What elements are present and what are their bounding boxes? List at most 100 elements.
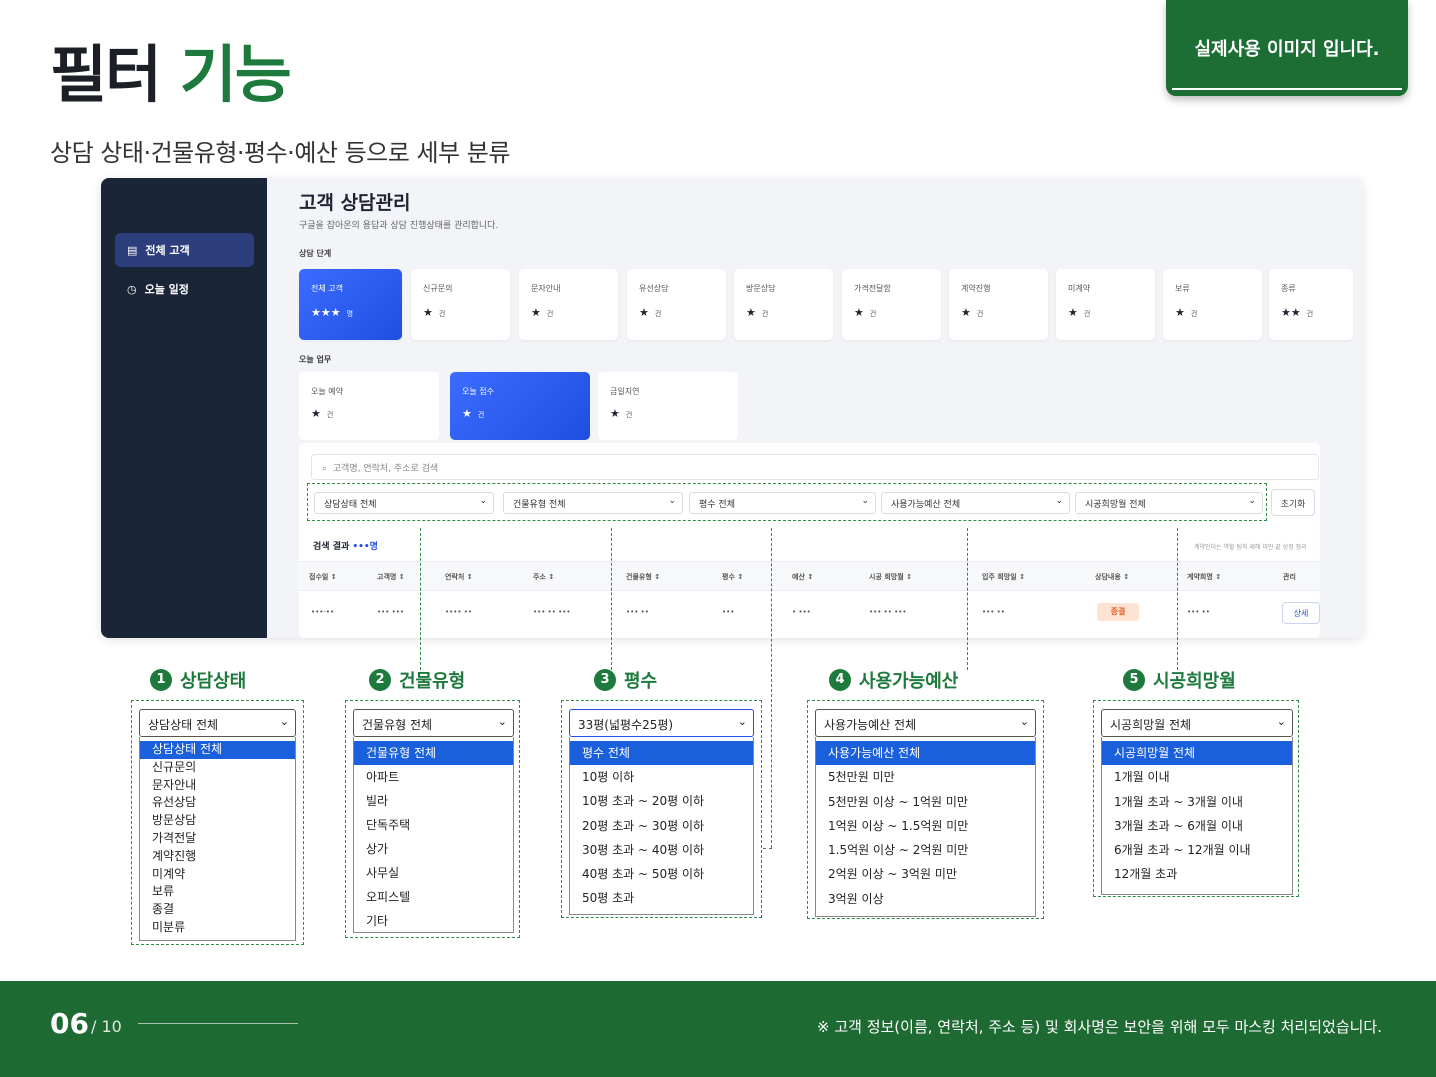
dropdown-value: 상담상태 전체 — [148, 718, 219, 732]
dropdown-option[interactable]: 10평 초과 ~ 20평 이하 — [570, 789, 753, 813]
dropdown-option[interactable]: 기타 — [354, 909, 513, 933]
sidebar-item-today-schedule[interactable]: ◷ 오늘 일정 — [115, 272, 254, 306]
dropdown-example: 33평(넓평수25평) ⌄ 평수 전체 10평 이하 10평 초과 ~ 20평 이하 20… — [561, 700, 762, 918]
today-card[interactable]: 오늘 예약 ★ 건 — [299, 372, 439, 440]
dropdown-option[interactable]: 문자안내 — [140, 777, 295, 795]
connector-line — [967, 528, 968, 670]
dropdown-select[interactable]: 사용가능예산 전체 ⌄ — [815, 709, 1036, 737]
dropdown-option[interactable]: 1.5억원 이상 ~ 2억원 미만 — [816, 838, 1035, 862]
detail-button[interactable]: 상세 — [1282, 602, 1320, 624]
today-card-label: 금일지연 — [610, 387, 640, 396]
dropdown-option[interactable]: 아파트 — [354, 765, 513, 789]
clock-icon: ◷ — [127, 282, 137, 296]
dropdown-option[interactable]: 20평 초과 ~ 30평 이하 — [570, 814, 753, 838]
filter-budget-select[interactable]: 사용가능예산 전체 ⌄ — [881, 492, 1070, 514]
callout-heading: 3 평수 — [594, 667, 657, 693]
dropdown-option[interactable]: 가격전달 — [140, 830, 295, 848]
stage-card[interactable]: 보류 ★ 건 — [1163, 269, 1262, 340]
stage-card[interactable]: 유선상담 ★ 건 — [627, 269, 726, 340]
reset-button[interactable]: 초기화 — [1271, 489, 1315, 516]
stage-card[interactable]: 방문상담 ★ 건 — [734, 269, 833, 340]
connector-line — [771, 528, 772, 848]
col-header[interactable]: 고객명 ↕ — [377, 572, 405, 582]
dropdown-option[interactable]: 3억원 이상 — [816, 887, 1035, 911]
result-number: •••명 — [352, 542, 378, 552]
result-count: 검색 결과 •••명 — [313, 539, 378, 552]
stage-card[interactable]: 문자안내 ★ 건 — [519, 269, 618, 340]
dropdown-option[interactable]: 빌라 — [354, 789, 513, 813]
stage-card[interactable]: 신규문의 ★ 건 — [411, 269, 510, 340]
dropdown-option[interactable]: 3개월 초과 ~ 6개월 이내 — [1102, 814, 1292, 838]
col-header[interactable]: 예산 ↕ — [792, 572, 813, 582]
search-input[interactable]: ⌕ 고객명, 연락처, 주소로 검색 — [311, 454, 1319, 480]
col-header[interactable]: 입주 희망일 ↕ — [982, 572, 1025, 582]
dropdown-option[interactable]: 보류 — [140, 883, 295, 901]
dropdown-option[interactable]: 10평 이하 — [570, 765, 753, 789]
stage-card-unit: 건 — [976, 310, 984, 318]
table-cell: ••• ••• — [377, 608, 404, 616]
col-header[interactable]: 건물유형 ↕ — [626, 572, 660, 582]
col-header[interactable]: 접수일 ↕ — [309, 572, 337, 582]
dropdown-option[interactable]: 5천만원 미만 — [816, 765, 1035, 789]
dropdown-list: 시공희망월 전체 1개월 이내 1개월 초과 ~ 3개월 이내 3개월 초과 ~ 6개… — [1101, 737, 1293, 895]
dropdown-option[interactable]: 상담상태 전체 — [140, 741, 295, 759]
dropdown-option[interactable]: 사용가능예산 전체 — [816, 741, 1035, 766]
dropdown-option[interactable]: 평수 전체 — [570, 741, 753, 766]
dropdown-option[interactable]: 5천만원 이상 ~ 1억원 미만 — [816, 790, 1035, 814]
table-cell: ••• •• — [1187, 608, 1210, 616]
dropdown-option[interactable]: 미계약 — [140, 866, 295, 884]
dropdown-option[interactable]: 30평 초과 ~ 40평 이하 — [570, 838, 753, 862]
stage-card[interactable]: 미계약 ★ 건 — [1056, 269, 1155, 340]
stage-card-value: ★ — [746, 306, 756, 319]
dropdown-option[interactable]: 40평 초과 ~ 50평 이하 — [570, 862, 753, 886]
stage-card[interactable]: 전체 고객 ★★★ 명 — [299, 269, 402, 340]
title-accent: 기능 — [179, 38, 292, 111]
dropdown-option[interactable]: 1억원 이상 ~ 1.5억원 미만 — [816, 814, 1035, 838]
dropdown-select[interactable]: 시공희망월 전체 ⌄ — [1101, 709, 1293, 737]
filter-month-select[interactable]: 시공희망월 전체 ⌄ — [1075, 492, 1263, 514]
col-header[interactable]: 계약희명 ↕ — [1187, 572, 1221, 582]
col-header[interactable]: 평수 ↕ — [722, 572, 743, 582]
dropdown-option[interactable]: 2억원 이상 ~ 3억원 미만 — [816, 862, 1035, 886]
col-header[interactable]: 상담내용 ↕ — [1095, 572, 1129, 582]
sidebar-item-label: 전체 고객 — [145, 244, 190, 257]
sidebar-item-all-customers[interactable]: ▤ 전체 고객 — [115, 233, 254, 267]
dropdown-option[interactable]: 사무실 — [354, 861, 513, 885]
dropdown-option[interactable]: 시공희망월 전체 — [1102, 741, 1292, 766]
dropdown-select[interactable]: 33평(넓평수25평) ⌄ — [569, 709, 754, 737]
col-header[interactable]: 주소 ↕ — [533, 572, 554, 582]
dropdown-select[interactable]: 건물유형 전체 ⌄ — [353, 709, 514, 737]
dropdown-option[interactable]: 방문상담 — [140, 812, 295, 830]
dropdown-option[interactable]: 계약진행 — [140, 848, 295, 866]
step-number: 4 — [829, 669, 851, 691]
today-card[interactable]: 금일지연 ★ 건 — [598, 372, 738, 440]
filter-building-select[interactable]: 건물유형 전체 ⌄ — [503, 492, 683, 514]
dropdown-list: 평수 전체 10평 이하 10평 초과 ~ 20평 이하 20평 초과 ~ 30평 이… — [569, 737, 754, 915]
dropdown-option[interactable]: 신규문의 — [140, 759, 295, 777]
dropdown-option[interactable]: 유선상담 — [140, 794, 295, 812]
dropdown-option[interactable]: 1개월 이내 — [1102, 765, 1292, 789]
filter-label: 사용가능예산 전체 — [891, 500, 961, 510]
col-header[interactable]: 시공 희망월 ↕ — [869, 572, 912, 582]
dropdown-option[interactable]: 6개월 초과 ~ 12개월 이내 — [1102, 838, 1292, 862]
dropdown-option[interactable]: 미분류 — [140, 919, 295, 937]
app-title: 고객 상담관리 — [299, 192, 411, 214]
dropdown-option[interactable]: 건물유형 전체 — [354, 741, 513, 765]
dropdown-option[interactable]: 종결 — [140, 901, 295, 919]
stage-card[interactable]: 종류 ★★ 건 — [1269, 269, 1353, 340]
dropdown-option[interactable]: 12개월 초과 — [1102, 862, 1292, 886]
dropdown-option[interactable]: 단독주택 — [354, 813, 513, 837]
stage-card[interactable]: 가격전달함 ★ 건 — [842, 269, 941, 340]
dropdown-option[interactable]: 상가 — [354, 837, 513, 861]
filter-status-select[interactable]: 상담상태 전체 ⌄ — [314, 492, 494, 514]
col-header[interactable]: 연락처 ↕ — [445, 572, 473, 582]
today-card[interactable]: 오늘 접수 ★ 건 — [450, 372, 590, 440]
dropdown-select[interactable]: 상담상태 전체 ⌄ — [139, 709, 296, 737]
dropdown-option[interactable]: 1개월 초과 ~ 3개월 이내 — [1102, 790, 1292, 814]
filter-area-select[interactable]: 평수 전체 ⌄ — [689, 492, 876, 514]
stage-card[interactable]: 계약진행 ★ 건 — [949, 269, 1048, 340]
table-cell: •••• •• — [445, 608, 472, 616]
dropdown-option[interactable]: 50평 초과 — [570, 886, 753, 910]
dropdown-option[interactable]: 오피스텔 — [354, 885, 513, 909]
callout-title: 건물유형 — [399, 671, 466, 692]
